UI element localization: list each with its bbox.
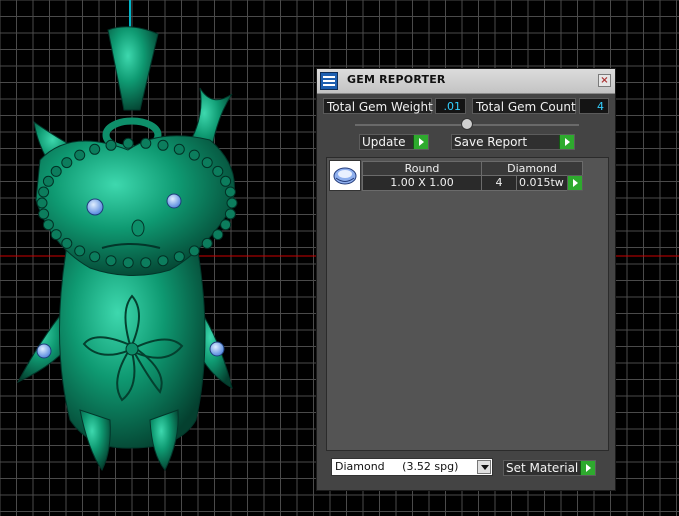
- bead: [36, 197, 48, 209]
- gem-list: Round Diamond 1.00 X 1.00 4 0.015tw: [326, 157, 609, 451]
- bead: [173, 251, 185, 263]
- update-button-label: Update: [362, 135, 406, 149]
- bead: [74, 149, 86, 161]
- bead: [89, 143, 101, 155]
- bead: [226, 197, 238, 209]
- table-cell-weight: 0.015tw: [516, 175, 568, 191]
- set-material-button[interactable]: Set Material: [503, 460, 596, 476]
- report-slider-knob[interactable]: [461, 118, 473, 130]
- bead: [140, 257, 152, 269]
- save-report-button[interactable]: Save Report: [451, 134, 575, 150]
- bead: [188, 149, 200, 161]
- total-gem-weight-label: Total Gem Weight: [323, 98, 433, 114]
- row-select-button[interactable]: [567, 175, 583, 191]
- round-gem-icon[interactable]: [329, 160, 361, 191]
- bead: [157, 255, 169, 267]
- gem-stone: [36, 343, 52, 359]
- bead: [105, 139, 117, 151]
- material-dropdown-value: Diamond (3.52 spg): [335, 460, 459, 473]
- bead: [61, 157, 73, 169]
- bead: [122, 257, 134, 269]
- bead: [74, 245, 86, 257]
- total-gem-count-value: 4: [579, 98, 609, 114]
- panel-title: GEM REPORTER: [347, 73, 446, 86]
- bead: [38, 186, 50, 198]
- gem-stone: [166, 193, 182, 209]
- set-material-button-label: Set Material: [506, 461, 579, 475]
- gem-reporter-panel: GEM REPORTER × Total Gem Weight .01 Tota…: [316, 68, 616, 491]
- total-gem-count-label: Total Gem Count: [472, 98, 576, 114]
- table-header-shape: Round: [362, 161, 482, 176]
- panel-titlebar[interactable]: GEM REPORTER ×: [317, 69, 615, 94]
- total-gem-weight-value: .01: [435, 98, 466, 114]
- table-header-material: Diamond: [481, 161, 583, 176]
- play-arrow-icon: [559, 135, 574, 149]
- bead: [105, 255, 117, 267]
- bead: [42, 175, 54, 187]
- bead: [212, 165, 224, 177]
- bead: [89, 251, 101, 263]
- save-report-button-label: Save Report: [454, 135, 528, 149]
- table-cell-size: 1.00 X 1.00: [362, 175, 482, 191]
- material-dropdown[interactable]: Diamond (3.52 spg): [331, 458, 493, 476]
- bead: [220, 219, 232, 231]
- bead: [122, 137, 134, 149]
- play-arrow-icon: [568, 176, 582, 190]
- pendant-model[interactable]: [16, 26, 238, 471]
- gem-reporter-icon: [320, 72, 338, 90]
- bead: [201, 157, 213, 169]
- bead: [224, 186, 236, 198]
- bead: [173, 143, 185, 155]
- update-button[interactable]: Update: [359, 134, 429, 150]
- bead: [61, 237, 73, 249]
- play-arrow-icon: [580, 461, 595, 475]
- bead: [188, 245, 200, 257]
- table-cell-count: 4: [481, 175, 517, 191]
- gem-stone: [209, 341, 225, 357]
- bead: [140, 137, 152, 149]
- bead: [38, 208, 50, 220]
- bead: [212, 229, 224, 241]
- play-arrow-icon: [413, 135, 428, 149]
- bead: [50, 229, 62, 241]
- close-button[interactable]: ×: [598, 74, 611, 87]
- bead: [42, 219, 54, 231]
- gem-stone: [86, 198, 104, 216]
- chevron-down-icon[interactable]: [477, 460, 491, 474]
- bead: [201, 237, 213, 249]
- bead: [220, 175, 232, 187]
- bead: [157, 139, 169, 151]
- bead: [50, 165, 62, 177]
- bead: [224, 208, 236, 220]
